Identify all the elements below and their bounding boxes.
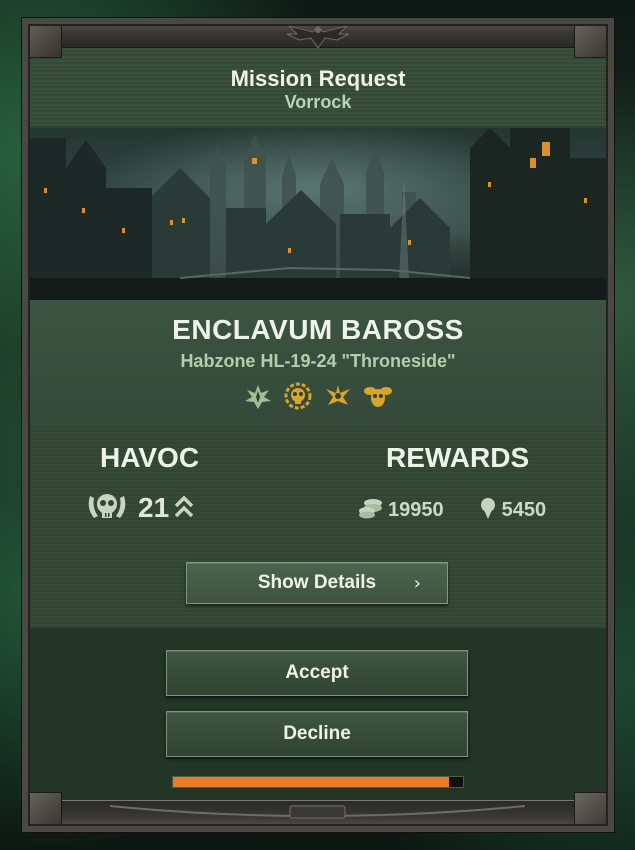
decline-button[interactable]: Decline xyxy=(166,711,468,757)
chevron-right-icon: › xyxy=(413,573,421,594)
havoc-rank: 21 xyxy=(84,488,195,528)
rewards-heading: REWARDS xyxy=(386,442,530,473)
havoc-heading: HAVOC xyxy=(100,442,200,473)
mission-stats: HAVOC REWARDS 21 19950 5450 Show Details… xyxy=(30,424,606,628)
double-chevron-up-icon xyxy=(173,492,195,524)
show-details-label: Show Details xyxy=(257,572,377,593)
mission-zone: Habzone HL-19-24 "Throneside" xyxy=(180,351,456,371)
dialog-header: Mission Request Vorrock xyxy=(30,48,606,126)
daemon-skull-icon[interactable] xyxy=(282,380,314,412)
coins-icon xyxy=(358,497,384,523)
mission-image xyxy=(30,128,606,300)
havoc-value: 21 xyxy=(138,492,170,523)
nurgle-fly-icon[interactable] xyxy=(362,380,394,412)
plasteel-icon xyxy=(478,496,498,524)
reward-coins-value: 19950 xyxy=(388,498,444,521)
mission-info: ENCLAVUM BAROSS Habzone HL-19-24 "Throne… xyxy=(30,300,606,424)
skull-laurel-icon xyxy=(84,486,130,530)
dialog-title: Mission Request xyxy=(230,66,406,91)
modifier-icons xyxy=(30,380,606,412)
winged-sigil-icon[interactable] xyxy=(322,380,354,412)
frame-corner xyxy=(574,18,614,58)
reward-plasteel: 5450 xyxy=(478,496,547,524)
reward-plasteel-value: 5450 xyxy=(501,498,547,521)
show-details-button[interactable]: Show Details › xyxy=(186,562,448,604)
rewards-list: 19950 5450 xyxy=(358,496,546,524)
aquila-eagle-icon xyxy=(283,18,353,52)
frame-corner xyxy=(574,792,614,832)
hive-city-image xyxy=(30,128,606,300)
weakened-zone-icon[interactable] xyxy=(242,380,274,412)
timer-bar xyxy=(172,776,464,788)
frame-corner xyxy=(22,18,62,58)
dialog-actions: Accept Decline xyxy=(30,628,606,800)
chain-ornament xyxy=(110,800,525,824)
dialog-subtitle: Vorrock xyxy=(284,92,352,112)
frame-corner xyxy=(22,792,62,832)
mission-location: ENCLAVUM BAROSS xyxy=(172,314,464,345)
timer-bar-fill xyxy=(173,777,449,787)
accept-button[interactable]: Accept xyxy=(166,650,468,696)
reward-coins: 19950 xyxy=(358,497,444,523)
